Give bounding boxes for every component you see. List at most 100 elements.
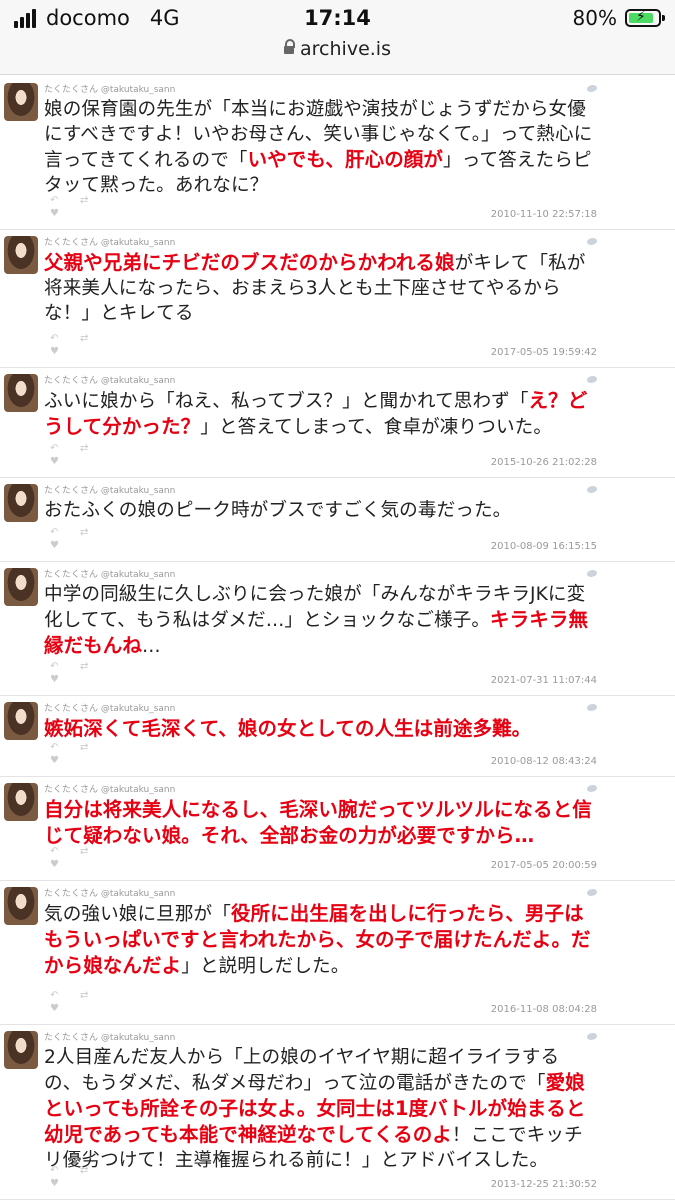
avatar[interactable]: [4, 1031, 38, 1069]
body-text: おたふくの娘のピーク時がブスですごく気の毒だった。: [44, 500, 512, 521]
reply-icon[interactable]: ↶: [50, 742, 58, 753]
twitter-bird-icon: [587, 570, 597, 577]
tweet-text: 父親や兄弟にチビだのブスだのからかわれる娘がキレて「私が将来美人になったら、おま…: [44, 250, 594, 326]
tweet-timestamp[interactable]: 2017-05-05 19:59:42: [491, 347, 597, 358]
url-text: archive.is: [300, 38, 391, 60]
tweet-author[interactable]: たくたくさん @takutaku_sann: [44, 373, 175, 386]
twitter-bird-icon: [587, 376, 597, 383]
like-icon[interactable]: ♥: [50, 346, 59, 357]
tweet-card[interactable]: たくたくさん @takutaku_sann 自分は将来美人になるし、毛深い腕だって…: [0, 777, 675, 881]
tweet-timestamp[interactable]: 2010-08-09 16:15:15: [491, 541, 597, 552]
tweet-timestamp[interactable]: 2015-10-26 21:02:28: [491, 457, 597, 468]
tweet-actions: ↶ ⇄ ♥: [50, 742, 100, 768]
reply-icon[interactable]: ↶: [50, 527, 58, 538]
twitter-bird-icon: [587, 85, 597, 92]
avatar[interactable]: [4, 783, 38, 821]
lock-icon: [284, 39, 296, 54]
tweet-card[interactable]: たくたくさん @takutaku_sann 気の強い娘に旦那が「役所に出生届を出し…: [0, 881, 675, 1025]
body-text: 気の強い娘に旦那が「: [44, 904, 231, 925]
tweet-timestamp[interactable]: 2010-08-12 08:43:24: [491, 756, 597, 767]
body-text: ふいに娘から「ねえ、私ってブス？」と聞かれて思わず「: [44, 391, 529, 412]
tweet-card[interactable]: たくたくさん @takutaku_sann 娘の保育園の先生が「本当にお遊戯や演技…: [0, 77, 675, 230]
avatar[interactable]: [4, 83, 38, 121]
tweet-author[interactable]: たくたくさん @takutaku_sann: [44, 886, 175, 899]
retweet-icon[interactable]: ⇄: [80, 333, 88, 344]
tweet-author[interactable]: たくたくさん @takutaku_sann: [44, 701, 175, 714]
tweet-author[interactable]: たくたくさん @takutaku_sann: [44, 782, 175, 795]
tweet-timestamp[interactable]: 2010-11-10 22:57:18: [491, 209, 597, 220]
like-icon[interactable]: ♥: [50, 859, 59, 870]
tweet-author[interactable]: たくたくさん @takutaku_sann: [44, 235, 175, 248]
like-icon[interactable]: ♥: [50, 208, 59, 219]
twitter-bird-icon: [587, 704, 597, 711]
retweet-icon[interactable]: ⇄: [80, 661, 88, 672]
like-icon[interactable]: ♥: [50, 755, 59, 766]
retweet-icon[interactable]: ⇄: [80, 527, 88, 538]
tweet-card[interactable]: たくたくさん @takutaku_sann 父親や兄弟にチビだのブスだのからかわれ…: [0, 230, 675, 368]
reply-icon[interactable]: ↶: [50, 333, 58, 344]
tweet-text: ふいに娘から「ねえ、私ってブス？」と聞かれて思わず「え？どうして分かった？」と答…: [44, 388, 594, 440]
body-text: 」と説明しだした。: [181, 956, 350, 977]
tweet-actions: ↶ ⇄ ♥: [50, 661, 100, 687]
tweet-timestamp[interactable]: 2016-11-08 08:04:28: [491, 1004, 597, 1015]
tweet-author[interactable]: たくたくさん @takutaku_sann: [44, 82, 175, 95]
retweet-icon[interactable]: ⇄: [80, 443, 88, 454]
tweet-card[interactable]: たくたくさん @takutaku_sann 中学の同級生に久しぶりに会った娘が「み…: [0, 562, 675, 696]
battery-icon: ⚡: [625, 9, 665, 27]
tweet-text: 自分は将来美人になるし、毛深い腕だってツルツルになると信じて疑わない娘。それ、全…: [44, 797, 594, 849]
like-icon[interactable]: ♥: [50, 1178, 59, 1189]
battery-percent: 80%: [572, 6, 617, 30]
like-icon[interactable]: ♥: [50, 456, 59, 467]
tweet-text: 娘の保育園の先生が「本当にお遊戯や演技がじょうずだから女優にすべきですよ！いやお…: [44, 97, 594, 198]
tweet-author[interactable]: たくたくさん @takutaku_sann: [44, 1030, 175, 1043]
tweet-text: おたふくの娘のピーク時がブスですごく気の毒だった。: [44, 498, 594, 523]
tweet-text: 2人目産んだ友人から「上の娘のイヤイヤ期に超イライラするの、もうダメだ、私ダメ母…: [44, 1045, 594, 1173]
tweet-text: 中学の同級生に久しぶりに会った娘が「みんながキラキラJKに変化してて、もう私はダ…: [44, 582, 594, 659]
twitter-bird-icon: [587, 889, 597, 896]
highlight-text: 自分は将来美人になるし、毛深い腕だってツルツルになると信じて疑わない娘。それ、全…: [44, 798, 592, 847]
tweet-text: 気の強い娘に旦那が「役所に出生届を出しに行ったら、男子はもういっぱいですと言われ…: [44, 901, 594, 979]
body-text: 2人目産んだ友人から「上の娘のイヤイヤ期に超イライラするの、もうダメだ、私ダメ母…: [44, 1047, 560, 1094]
retweet-icon[interactable]: ⇄: [80, 1165, 88, 1176]
retweet-icon[interactable]: ⇄: [80, 195, 88, 206]
address-bar[interactable]: archive.is: [0, 38, 675, 75]
tweet-actions: ↶ ⇄ ♥: [50, 527, 100, 553]
tweet-actions: ↶ ⇄ ♥: [50, 846, 100, 872]
status-bar: docomo 4G 17:14 80% ⚡: [0, 0, 675, 38]
tweet-author[interactable]: たくたくさん @takutaku_sann: [44, 483, 175, 496]
tweet-timestamp[interactable]: 2021-07-31 11:07:44: [491, 675, 597, 686]
avatar[interactable]: [4, 374, 38, 412]
avatar[interactable]: [4, 236, 38, 274]
avatar[interactable]: [4, 568, 38, 606]
like-icon[interactable]: ♥: [50, 674, 59, 685]
tweet-timestamp[interactable]: 2013-12-25 21:30:52: [491, 1179, 597, 1190]
like-icon[interactable]: ♥: [50, 1003, 59, 1014]
tweet-card[interactable]: たくたくさん @takutaku_sann 2人目産んだ友人から「上の娘のイヤイヤ…: [0, 1025, 675, 1200]
retweet-icon[interactable]: ⇄: [80, 990, 88, 1001]
tweet-author[interactable]: たくたくさん @takutaku_sann: [44, 567, 175, 580]
reply-icon[interactable]: ↶: [50, 195, 58, 206]
tweet-actions: ↶ ⇄ ♥: [50, 443, 100, 469]
body-text: 」と答えてしまって、食卓が凍りついた。: [200, 417, 553, 438]
twitter-bird-icon: [587, 1033, 597, 1040]
reply-icon[interactable]: ↶: [50, 1165, 58, 1176]
reply-icon[interactable]: ↶: [50, 990, 58, 1001]
tweet-card[interactable]: たくたくさん @takutaku_sann ふいに娘から「ねえ、私ってブス？」と聞…: [0, 368, 675, 478]
tweet-actions: ↶ ⇄ ♥: [50, 333, 100, 359]
body-text: …: [142, 636, 161, 657]
tweet-timestamp[interactable]: 2017-05-05 20:00:59: [491, 860, 597, 871]
retweet-icon[interactable]: ⇄: [80, 742, 88, 753]
tweet-card[interactable]: たくたくさん @takutaku_sann 嫉妬深くて毛深くて、娘の女としての人生…: [0, 696, 675, 777]
avatar[interactable]: [4, 702, 38, 740]
avatar[interactable]: [4, 887, 38, 925]
highlight-text: 父親や兄弟にチビだのブスだのからかわれる娘: [44, 251, 455, 274]
like-icon[interactable]: ♥: [50, 540, 59, 551]
tweet-actions: ↶ ⇄ ♥: [50, 1165, 100, 1191]
reply-icon[interactable]: ↶: [50, 846, 58, 857]
reply-icon[interactable]: ↶: [50, 661, 58, 672]
tweet-card[interactable]: たくたくさん @takutaku_sann おたふくの娘のピーク時がブスですごく気…: [0, 478, 675, 562]
reply-icon[interactable]: ↶: [50, 443, 58, 454]
avatar[interactable]: [4, 484, 38, 522]
twitter-bird-icon: [587, 486, 597, 493]
retweet-icon[interactable]: ⇄: [80, 846, 88, 857]
